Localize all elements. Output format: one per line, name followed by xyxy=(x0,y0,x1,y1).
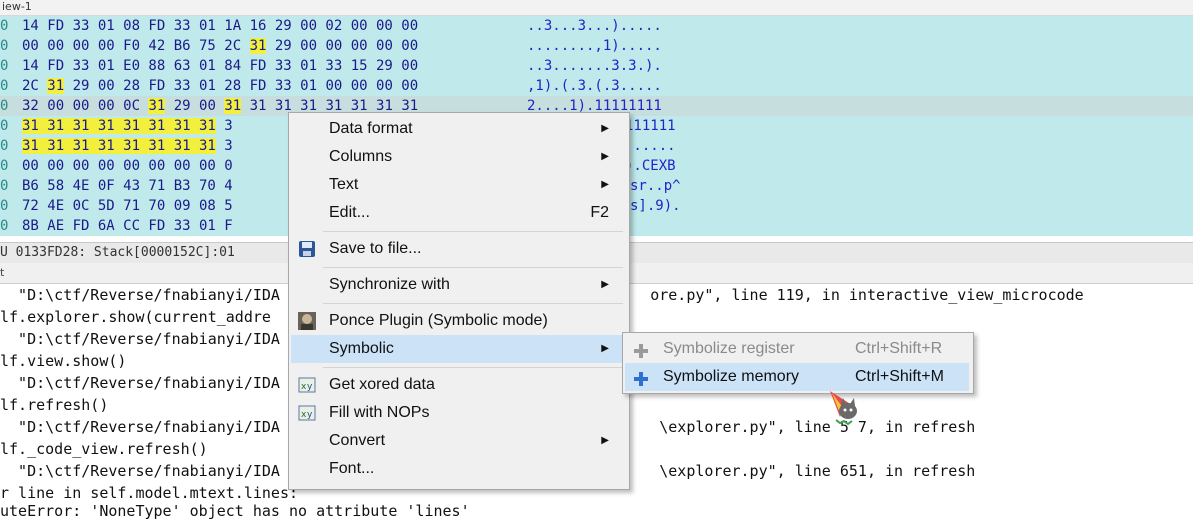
hex-bytes: 8B AE FD 6A CC FD 33 01 F xyxy=(22,218,233,234)
submenu-arrow-icon: ▶ xyxy=(601,123,609,134)
hex-address: 0 xyxy=(0,178,9,194)
hex-address: 0 xyxy=(0,218,9,234)
hex-bytes: B6 58 4E 0F 43 71 B3 70 4 xyxy=(22,178,233,194)
hex-ascii: ,1).(.3.(.3..... xyxy=(527,78,662,94)
output-line: lf.refresh() xyxy=(0,396,109,414)
submenu-arrow-icon: ▶ xyxy=(601,151,609,162)
hex-address: 0 xyxy=(0,38,9,54)
hex-address: 0 xyxy=(0,198,9,214)
menu-item-data-format[interactable]: Data format ▶ xyxy=(291,115,625,143)
menu-separator xyxy=(323,267,623,268)
hex-ascii: ..3.......3.3.). xyxy=(527,58,662,74)
output-line: "D:\ctf/Reverse/fnabianyi/IDA xyxy=(0,330,280,348)
hex-bytes: 31 31 31 31 31 31 31 31 3 xyxy=(22,138,233,154)
hex-ascii: ).CEXB xyxy=(625,158,676,174)
hex-bytes: 31 31 31 31 31 31 31 31 3 xyxy=(22,118,233,134)
output-tab-label: t xyxy=(0,266,5,279)
submenu-arrow-icon: ▶ xyxy=(601,279,609,290)
output-line: "D:\ctf/Reverse/fnabianyi/IDA xyxy=(0,374,280,392)
output-line: lf.view.show() xyxy=(0,352,127,370)
hex-ascii: sr..p^ xyxy=(630,178,681,194)
menu-separator xyxy=(323,231,623,232)
hex-bytes: 2C 31 29 00 28 FD 33 01 28 FD 33 01 00 0… xyxy=(22,78,419,94)
window-title: iew-1 xyxy=(0,0,1193,16)
output-line: lf._code_view.refresh() xyxy=(0,440,208,458)
submenu-item-symbolize-register[interactable]: Symbolize register Ctrl+Shift+R xyxy=(625,335,969,363)
svg-text:y: y xyxy=(307,410,313,420)
hex-address: 0 xyxy=(0,18,9,34)
ponce-plugin-icon xyxy=(298,312,316,330)
menu-item-convert[interactable]: Convert ▶ xyxy=(291,427,625,455)
hex-ascii: ...... xyxy=(625,138,676,154)
xor-script-icon: xy xyxy=(298,376,316,394)
svg-text:y: y xyxy=(307,382,313,392)
menu-item-fill-with-nops[interactable]: xy Fill with NOPs xyxy=(291,399,625,427)
symbolic-submenu: Symbolize register Ctrl+Shift+R Symboliz… xyxy=(622,332,974,394)
hex-ascii: ........,1)..... xyxy=(527,38,662,54)
submenu-arrow-icon: ▶ xyxy=(601,435,609,446)
hex-ascii: s].9). xyxy=(630,198,681,214)
hex-address: 0 xyxy=(0,78,9,94)
submenu-item-symbolize-memory[interactable]: Symbolize memory Ctrl+Shift+M xyxy=(625,363,969,391)
hex-address: 0 xyxy=(0,138,9,154)
menu-item-edit[interactable]: Edit... F2 xyxy=(291,199,625,227)
menu-item-save-to-file[interactable]: Save to file... xyxy=(291,235,625,263)
hex-address: 0 xyxy=(0,98,9,114)
plus-icon xyxy=(633,341,649,358)
output-line: lf.explorer.show(current_addre xyxy=(0,308,271,326)
floppy-disk-icon xyxy=(298,240,316,258)
menu-item-synchronize-with[interactable]: Synchronize with ▶ xyxy=(291,271,625,299)
submenu-arrow-icon: ▶ xyxy=(601,179,609,190)
menu-item-ponce-plugin[interactable]: Ponce Plugin (Symbolic mode) xyxy=(291,307,625,335)
menu-item-symbolic[interactable]: Symbolic ▶ xyxy=(291,335,625,363)
menu-item-columns[interactable]: Columns ▶ xyxy=(291,143,625,171)
cat-cursor-icon xyxy=(826,387,866,427)
menu-separator xyxy=(323,367,623,368)
menu-separator xyxy=(323,303,623,304)
plus-icon xyxy=(633,369,649,386)
shortcut-f2: F2 xyxy=(590,204,609,221)
output-line: uteError: 'NoneType' object has no attri… xyxy=(0,502,470,520)
hex-bytes: 00 00 00 00 F0 42 B6 75 2C 31 29 00 00 0… xyxy=(22,38,419,54)
hex-ascii: 111111 xyxy=(625,118,676,134)
hex-bytes: 14 FD 33 01 08 FD 33 01 1A 16 29 00 02 0… xyxy=(22,18,419,34)
nop-script-icon: xy xyxy=(298,404,316,422)
hex-bytes: 00 00 00 00 00 00 00 00 0 xyxy=(22,158,233,174)
hex-address: 0 xyxy=(0,158,9,174)
hex-address: 0 xyxy=(0,58,9,74)
hex-address: 0 xyxy=(0,118,9,134)
context-menu: Data format ▶ Columns ▶ Text ▶ Edit... F… xyxy=(288,112,630,490)
menu-item-font[interactable]: Font... xyxy=(291,455,625,483)
hex-ascii: ..3...3...)..... xyxy=(527,18,662,34)
menu-item-get-xored-data[interactable]: xy Get xored data xyxy=(291,371,625,399)
submenu-arrow-icon: ▶ xyxy=(601,343,609,354)
hex-bytes: 14 FD 33 01 E0 88 63 01 84 FD 33 01 33 1… xyxy=(22,58,419,74)
menu-item-text[interactable]: Text ▶ xyxy=(291,171,625,199)
hex-bytes: 72 4E 0C 5D 71 70 09 08 5 xyxy=(22,198,233,214)
